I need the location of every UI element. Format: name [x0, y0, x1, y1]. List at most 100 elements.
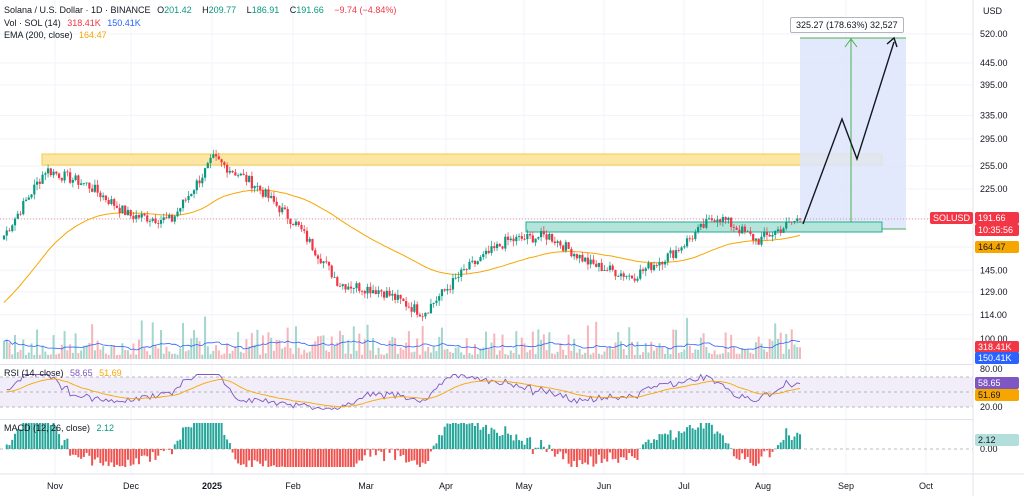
- candle-body: [570, 248, 573, 257]
- volume-bar: [292, 354, 295, 359]
- macd-hist-bar: [440, 435, 443, 449]
- candle-body: [567, 242, 570, 249]
- candle-body: [99, 192, 102, 198]
- macd-hist-bar: [294, 449, 297, 467]
- ema-legend[interactable]: EMA (200, close) 164.47: [4, 30, 111, 41]
- candle-body: [135, 215, 138, 219]
- volume-bar: [44, 351, 47, 359]
- macd-hist-bar: [60, 445, 63, 449]
- candle-body: [677, 250, 680, 251]
- macd-hist-bar: [487, 434, 490, 449]
- macd-hist-bar: [352, 449, 355, 467]
- macd-hist-bar: [275, 449, 278, 467]
- macd-hist-bar: [551, 449, 554, 452]
- macd-hist-bar: [410, 449, 413, 461]
- volume-bar: [782, 353, 785, 359]
- macd-hist-bar: [336, 449, 339, 467]
- currency-label[interactable]: USD: [983, 6, 1002, 16]
- macd-hist-bar: [592, 449, 595, 467]
- candle-body: [113, 199, 116, 206]
- candle-body: [217, 156, 220, 160]
- pane-separator-rsi[interactable]: [0, 364, 973, 365]
- candle-body: [77, 175, 80, 185]
- volume-bar: [545, 350, 548, 359]
- volume-bar: [738, 353, 741, 359]
- macd-hist-bar: [465, 424, 468, 449]
- candle-body: [300, 225, 303, 230]
- trading-chart[interactable]: 520.00 445.00 395.00 335.00 295.00 255.00 225.…: [0, 0, 1024, 496]
- macd-hist-bar: [314, 449, 317, 467]
- macd-hist-bar: [195, 423, 198, 449]
- macd-hist-bar: [708, 423, 711, 449]
- macd-hist-bar: [768, 449, 771, 458]
- volume-bar: [553, 354, 556, 359]
- volume-bar: [171, 354, 174, 359]
- macd-hist-bar: [416, 449, 419, 465]
- volume-bar: [380, 354, 383, 359]
- candle-body: [551, 234, 554, 242]
- candle-body: [542, 231, 545, 235]
- macd-hist-bar: [724, 442, 727, 449]
- rsi-legend[interactable]: RSI (14, close) 58.65 51.69: [4, 368, 126, 379]
- volume-bar: [677, 352, 680, 359]
- volume-bar: [77, 353, 80, 359]
- candle-body: [581, 254, 584, 262]
- macd-hist-bar: [380, 449, 383, 452]
- macd-hist-bar: [168, 449, 171, 450]
- candlesticks: [2, 149, 802, 322]
- candle-body: [539, 231, 543, 238]
- candle-body: [622, 273, 625, 277]
- volume-bar: [537, 329, 540, 359]
- candle-body: [730, 217, 733, 228]
- candle-body: [578, 254, 581, 259]
- candle-body: [446, 288, 449, 291]
- candle-body: [333, 277, 336, 278]
- candle-body: [256, 185, 259, 187]
- candle-body: [586, 257, 590, 265]
- macd-hist-bar: [702, 428, 705, 449]
- macd-hist-bar: [253, 449, 256, 461]
- symbol-title[interactable]: Solana / U.S. Dollar · 1D · BINANCE: [4, 5, 151, 15]
- candle-body: [16, 213, 19, 219]
- open-value: 201.42: [164, 5, 192, 15]
- macd-hist-bar: [413, 449, 416, 461]
- candle-body: [35, 181, 39, 185]
- volume-bar: [647, 352, 650, 359]
- candle-body: [482, 254, 485, 258]
- volume-bar: [308, 351, 311, 359]
- macd-hist-bar: [402, 449, 405, 455]
- volume-legend[interactable]: Vol · SOL (14) 318.41K 150.41K: [4, 18, 145, 29]
- candle-body: [611, 265, 614, 270]
- candle-body: [427, 312, 430, 314]
- macd-legend[interactable]: MACD (12, 26, close) 2.12: [4, 423, 118, 434]
- measure-box[interactable]: [800, 38, 906, 229]
- macd-hist-bar: [482, 427, 485, 449]
- volume-bar: [14, 334, 17, 359]
- pane-separator-macd[interactable]: [0, 419, 973, 420]
- volume-bar: [339, 330, 342, 359]
- volume-bar: [74, 333, 77, 359]
- candle-body: [562, 245, 565, 251]
- macd-hist-bar: [446, 423, 449, 449]
- candle-body: [30, 194, 33, 198]
- macd-hist-bar: [190, 427, 193, 449]
- macd-hist-bar: [606, 449, 609, 462]
- volume-bar: [793, 344, 796, 359]
- candle-body: [738, 229, 741, 234]
- candle-body: [603, 269, 606, 271]
- candle-body: [556, 241, 559, 244]
- macd-hist-bar: [680, 433, 683, 449]
- time-axis[interactable]: Nov Dec 2025 Feb Mar Apr May Jun Jul Aug Sep Oct: [47, 481, 934, 491]
- candle-body: [44, 173, 47, 175]
- candle-body: [575, 254, 578, 259]
- resistance-zone[interactable]: [41, 153, 883, 166]
- volume-bar: [526, 352, 529, 359]
- volume-bar: [60, 344, 63, 359]
- volume-bar: [496, 354, 499, 359]
- candle-body: [380, 290, 383, 292]
- price-axis[interactable]: 520.00 445.00 395.00 335.00 295.00 255.00 225.…: [980, 29, 1008, 344]
- volume-bar: [234, 346, 237, 359]
- candle-body: [741, 226, 744, 234]
- volume-bar: [402, 349, 405, 359]
- candle-body: [46, 168, 50, 174]
